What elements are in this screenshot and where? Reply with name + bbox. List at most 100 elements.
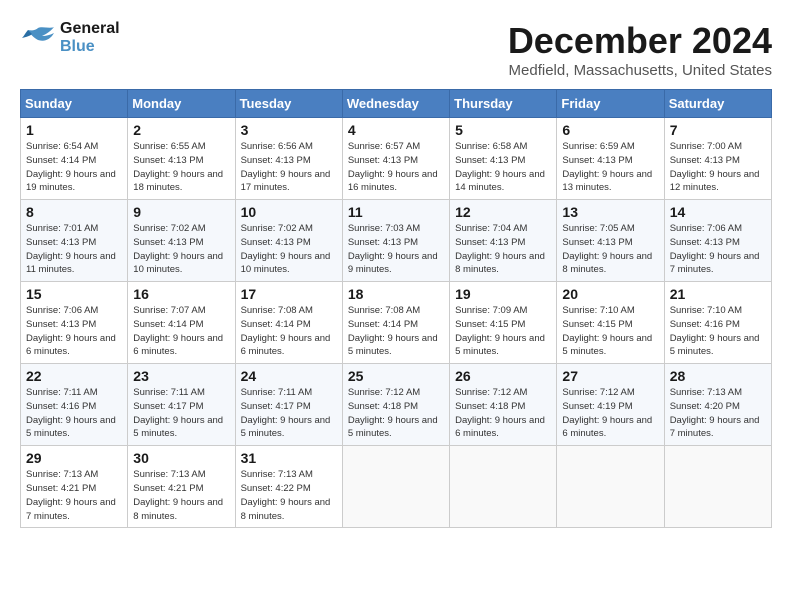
calendar-cell: 18 Sunrise: 7:08 AM Sunset: 4:14 PM Dayl…	[342, 282, 449, 364]
calendar-cell: 6 Sunrise: 6:59 AM Sunset: 4:13 PM Dayli…	[557, 118, 664, 200]
day-number: 4	[348, 122, 444, 138]
calendar-cell: 10 Sunrise: 7:02 AM Sunset: 4:13 PM Dayl…	[235, 200, 342, 282]
calendar-cell: 27 Sunrise: 7:12 AM Sunset: 4:19 PM Dayl…	[557, 364, 664, 446]
calendar-cell: 13 Sunrise: 7:05 AM Sunset: 4:13 PM Dayl…	[557, 200, 664, 282]
logo: General Blue	[20, 20, 120, 55]
day-info: Sunrise: 7:02 AM Sunset: 4:13 PM Dayligh…	[241, 222, 337, 277]
calendar-week-5: 29 Sunrise: 7:13 AM Sunset: 4:21 PM Dayl…	[21, 446, 772, 528]
day-number: 5	[455, 122, 551, 138]
weekday-header-thursday: Thursday	[450, 90, 557, 118]
day-info: Sunrise: 7:08 AM Sunset: 4:14 PM Dayligh…	[241, 304, 337, 359]
day-info: Sunrise: 6:55 AM Sunset: 4:13 PM Dayligh…	[133, 140, 229, 195]
day-info: Sunrise: 7:01 AM Sunset: 4:13 PM Dayligh…	[26, 222, 122, 277]
calendar-cell: 31 Sunrise: 7:13 AM Sunset: 4:22 PM Dayl…	[235, 446, 342, 528]
day-info: Sunrise: 7:10 AM Sunset: 4:15 PM Dayligh…	[562, 304, 658, 359]
calendar-cell: 8 Sunrise: 7:01 AM Sunset: 4:13 PM Dayli…	[21, 200, 128, 282]
calendar-cell: 26 Sunrise: 7:12 AM Sunset: 4:18 PM Dayl…	[450, 364, 557, 446]
day-number: 1	[26, 122, 122, 138]
calendar-subtitle: Medfield, Massachusetts, United States	[508, 62, 772, 79]
calendar-cell: 21 Sunrise: 7:10 AM Sunset: 4:16 PM Dayl…	[664, 282, 771, 364]
day-number: 8	[26, 204, 122, 220]
calendar-cell: 11 Sunrise: 7:03 AM Sunset: 4:13 PM Dayl…	[342, 200, 449, 282]
calendar-cell: 19 Sunrise: 7:09 AM Sunset: 4:15 PM Dayl…	[450, 282, 557, 364]
day-info: Sunrise: 7:11 AM Sunset: 4:17 PM Dayligh…	[241, 386, 337, 441]
day-number: 19	[455, 286, 551, 302]
calendar-cell: 25 Sunrise: 7:12 AM Sunset: 4:18 PM Dayl…	[342, 364, 449, 446]
day-info: Sunrise: 7:13 AM Sunset: 4:20 PM Dayligh…	[670, 386, 766, 441]
calendar-cell: 3 Sunrise: 6:56 AM Sunset: 4:13 PM Dayli…	[235, 118, 342, 200]
weekday-header-friday: Friday	[557, 90, 664, 118]
day-info: Sunrise: 7:12 AM Sunset: 4:19 PM Dayligh…	[562, 386, 658, 441]
day-info: Sunrise: 6:58 AM Sunset: 4:13 PM Dayligh…	[455, 140, 551, 195]
day-number: 17	[241, 286, 337, 302]
calendar-cell: 30 Sunrise: 7:13 AM Sunset: 4:21 PM Dayl…	[128, 446, 235, 528]
day-number: 27	[562, 368, 658, 384]
calendar-cell	[557, 446, 664, 528]
day-info: Sunrise: 7:11 AM Sunset: 4:16 PM Dayligh…	[26, 386, 122, 441]
day-number: 15	[26, 286, 122, 302]
calendar-cell: 24 Sunrise: 7:11 AM Sunset: 4:17 PM Dayl…	[235, 364, 342, 446]
calendar-table: SundayMondayTuesdayWednesdayThursdayFrid…	[20, 89, 772, 528]
weekday-header-row: SundayMondayTuesdayWednesdayThursdayFrid…	[21, 90, 772, 118]
day-number: 2	[133, 122, 229, 138]
day-info: Sunrise: 6:56 AM Sunset: 4:13 PM Dayligh…	[241, 140, 337, 195]
calendar-title: December 2024	[508, 20, 772, 62]
day-info: Sunrise: 7:02 AM Sunset: 4:13 PM Dayligh…	[133, 222, 229, 277]
day-number: 14	[670, 204, 766, 220]
day-info: Sunrise: 7:04 AM Sunset: 4:13 PM Dayligh…	[455, 222, 551, 277]
calendar-week-2: 8 Sunrise: 7:01 AM Sunset: 4:13 PM Dayli…	[21, 200, 772, 282]
calendar-cell: 7 Sunrise: 7:00 AM Sunset: 4:13 PM Dayli…	[664, 118, 771, 200]
day-info: Sunrise: 7:12 AM Sunset: 4:18 PM Dayligh…	[348, 386, 444, 441]
day-info: Sunrise: 7:06 AM Sunset: 4:13 PM Dayligh…	[670, 222, 766, 277]
day-info: Sunrise: 7:13 AM Sunset: 4:21 PM Dayligh…	[26, 468, 122, 523]
day-info: Sunrise: 6:57 AM Sunset: 4:13 PM Dayligh…	[348, 140, 444, 195]
day-number: 12	[455, 204, 551, 220]
title-block: December 2024 Medfield, Massachusetts, U…	[508, 20, 772, 79]
calendar-week-3: 15 Sunrise: 7:06 AM Sunset: 4:13 PM Dayl…	[21, 282, 772, 364]
logo-text: General Blue	[60, 20, 120, 55]
page-header: General Blue December 2024 Medfield, Mas…	[20, 20, 772, 79]
weekday-header-sunday: Sunday	[21, 90, 128, 118]
day-number: 16	[133, 286, 229, 302]
day-info: Sunrise: 7:08 AM Sunset: 4:14 PM Dayligh…	[348, 304, 444, 359]
calendar-cell: 16 Sunrise: 7:07 AM Sunset: 4:14 PM Dayl…	[128, 282, 235, 364]
calendar-cell	[664, 446, 771, 528]
day-number: 30	[133, 450, 229, 466]
day-info: Sunrise: 7:03 AM Sunset: 4:13 PM Dayligh…	[348, 222, 444, 277]
day-info: Sunrise: 7:12 AM Sunset: 4:18 PM Dayligh…	[455, 386, 551, 441]
day-number: 13	[562, 204, 658, 220]
day-info: Sunrise: 7:00 AM Sunset: 4:13 PM Dayligh…	[670, 140, 766, 195]
day-number: 7	[670, 122, 766, 138]
day-number: 20	[562, 286, 658, 302]
calendar-cell: 9 Sunrise: 7:02 AM Sunset: 4:13 PM Dayli…	[128, 200, 235, 282]
day-number: 24	[241, 368, 337, 384]
weekday-header-saturday: Saturday	[664, 90, 771, 118]
calendar-cell: 5 Sunrise: 6:58 AM Sunset: 4:13 PM Dayli…	[450, 118, 557, 200]
calendar-cell: 2 Sunrise: 6:55 AM Sunset: 4:13 PM Dayli…	[128, 118, 235, 200]
calendar-week-4: 22 Sunrise: 7:11 AM Sunset: 4:16 PM Dayl…	[21, 364, 772, 446]
weekday-header-tuesday: Tuesday	[235, 90, 342, 118]
day-number: 29	[26, 450, 122, 466]
calendar-cell	[450, 446, 557, 528]
day-info: Sunrise: 7:10 AM Sunset: 4:16 PM Dayligh…	[670, 304, 766, 359]
calendar-week-1: 1 Sunrise: 6:54 AM Sunset: 4:14 PM Dayli…	[21, 118, 772, 200]
calendar-cell: 14 Sunrise: 7:06 AM Sunset: 4:13 PM Dayl…	[664, 200, 771, 282]
day-info: Sunrise: 7:06 AM Sunset: 4:13 PM Dayligh…	[26, 304, 122, 359]
day-info: Sunrise: 6:54 AM Sunset: 4:14 PM Dayligh…	[26, 140, 122, 195]
calendar-cell: 4 Sunrise: 6:57 AM Sunset: 4:13 PM Dayli…	[342, 118, 449, 200]
calendar-cell: 17 Sunrise: 7:08 AM Sunset: 4:14 PM Dayl…	[235, 282, 342, 364]
day-number: 22	[26, 368, 122, 384]
day-number: 9	[133, 204, 229, 220]
day-number: 25	[348, 368, 444, 384]
day-number: 10	[241, 204, 337, 220]
day-number: 28	[670, 368, 766, 384]
day-info: Sunrise: 7:05 AM Sunset: 4:13 PM Dayligh…	[562, 222, 658, 277]
day-number: 3	[241, 122, 337, 138]
day-info: Sunrise: 6:59 AM Sunset: 4:13 PM Dayligh…	[562, 140, 658, 195]
day-number: 31	[241, 450, 337, 466]
weekday-header-wednesday: Wednesday	[342, 90, 449, 118]
calendar-cell: 23 Sunrise: 7:11 AM Sunset: 4:17 PM Dayl…	[128, 364, 235, 446]
day-number: 23	[133, 368, 229, 384]
calendar-cell: 1 Sunrise: 6:54 AM Sunset: 4:14 PM Dayli…	[21, 118, 128, 200]
day-info: Sunrise: 7:13 AM Sunset: 4:21 PM Dayligh…	[133, 468, 229, 523]
